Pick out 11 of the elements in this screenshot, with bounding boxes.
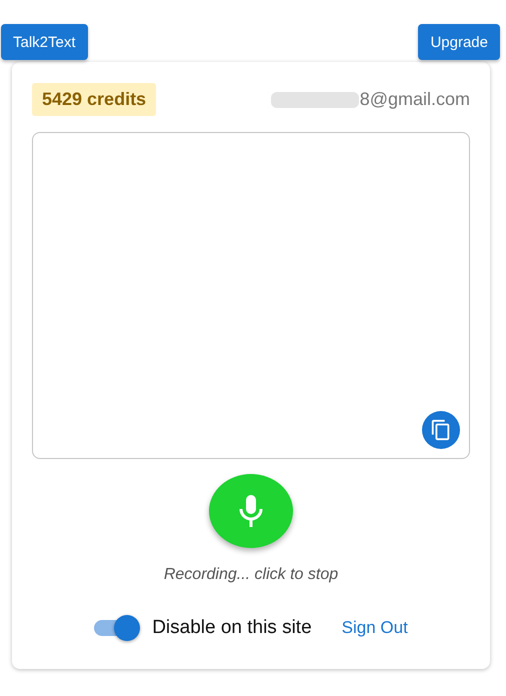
credits-badge: 5429 credits [32,83,156,116]
status-text: Recording... click to stop [162,566,340,584]
copy-button[interactable] [422,411,460,449]
sign-out-link[interactable]: Sign Out [342,618,408,638]
upgrade-button[interactable]: Upgrade [418,24,500,60]
toggle-label: Disable on this site [152,617,312,639]
toggle-switch[interactable] [94,615,140,641]
email-address: 8@gmail.com [360,89,470,110]
copy-icon [430,419,452,441]
app-name-button[interactable]: Talk2Text [1,24,88,60]
transcript-field[interactable] [32,132,470,459]
